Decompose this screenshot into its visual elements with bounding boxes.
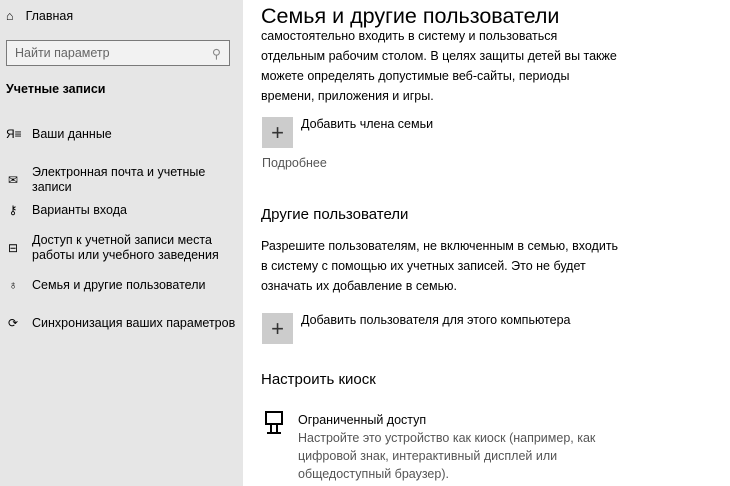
sidebar-item-email[interactable]: ✉ Электронная почта и учетные записи — [6, 165, 243, 195]
sidebar-item-sign-in[interactable]: ⚷ Варианты входа — [6, 203, 243, 218]
sync-icon: ⟳ — [7, 316, 19, 330]
nav-label: Электронная почта и учетные записи — [32, 165, 206, 194]
sidebar-item-family[interactable]: ♁ Семья и другие пользователи — [6, 278, 243, 293]
user-list-icon: Я≡ — [6, 127, 22, 141]
search-icon: ⚲ — [211, 47, 221, 61]
mail-icon: ✉ — [7, 172, 19, 187]
nav-label: Доступ к учетной записи места работы или… — [32, 233, 219, 262]
kiosk-icon — [264, 411, 284, 440]
home-link[interactable]: ⌂ Главная — [6, 9, 73, 23]
nav-label: Варианты входа — [32, 203, 127, 217]
family-description: самостоятельно входить в систему и польз… — [261, 29, 617, 103]
kiosk-heading: Настроить киоск — [261, 371, 376, 388]
sidebar-item-your-info[interactable]: Я≡ Ваши данные — [6, 127, 243, 142]
sidebar-item-sync[interactable]: ⟳ Синхронизация ваших параметров — [6, 316, 243, 331]
plus-icon: + — [262, 313, 293, 344]
kiosk-assigned-access[interactable]: Ограниченный доступ Настройте это устрой… — [298, 411, 618, 483]
add-family-label: Добавить члена семьи — [301, 117, 434, 131]
add-user-button[interactable]: + Добавить пользователя для этого компью… — [262, 313, 571, 344]
other-users-description: Разрешите пользователям, не включенным в… — [261, 239, 619, 293]
kiosk-description: Настройте это устройство как киоск (напр… — [298, 431, 596, 481]
briefcase-icon: ⊟ — [7, 240, 19, 255]
home-icon: ⌂ — [6, 9, 14, 23]
section-heading: Учетные записи — [6, 82, 106, 96]
plus-icon: + — [262, 117, 293, 148]
key-icon: ⚷ — [8, 203, 18, 217]
learn-more-link[interactable]: Подробнее — [262, 156, 327, 170]
family-icon: ♁ — [8, 278, 18, 292]
kiosk-title: Ограниченный доступ — [298, 413, 427, 427]
sidebar: ⌂ Главная Найти параметр ⚲ Учетные запис… — [0, 0, 243, 486]
nav-label: Ваши данные — [32, 127, 112, 141]
add-user-label: Добавить пользователя для этого компьюте… — [301, 313, 571, 327]
add-family-member-button[interactable]: + Добавить члена семьи — [262, 117, 433, 148]
home-label: Главная — [25, 9, 74, 23]
page-title: Семья и другие пользователи — [261, 0, 721, 31]
other-users-heading: Другие пользователи — [261, 206, 409, 223]
sidebar-item-work-access[interactable]: ⊟ Доступ к учетной записи места работы ил… — [6, 233, 243, 263]
search-placeholder: Найти параметр — [15, 46, 110, 60]
nav-label: Синхронизация ваших параметров — [32, 316, 236, 330]
nav-label: Семья и другие пользователи — [32, 278, 206, 292]
main-content: Семья и другие пользователи самостоятель… — [243, 0, 730, 486]
search-input[interactable]: Найти параметр ⚲ — [6, 40, 230, 66]
